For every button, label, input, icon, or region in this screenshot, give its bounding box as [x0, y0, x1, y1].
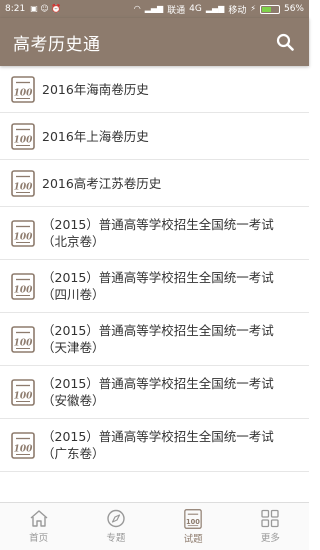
signal-icon-2: ▂▄▆: [205, 4, 225, 13]
list-item-title: （2015）普通高等学校招生全国统一考试 （广东卷）: [42, 428, 274, 462]
list-item[interactable]: 100 2016高考江苏卷历史: [0, 160, 309, 207]
tab-more-label: 更多: [260, 533, 280, 544]
list-item-title: 2016年海南卷历史: [42, 81, 149, 98]
svg-text:100: 100: [186, 517, 200, 525]
tab-exams-label: 试题: [183, 533, 203, 545]
list-item-line2: （天津卷）: [42, 340, 105, 355]
tab-home[interactable]: 首页: [0, 503, 77, 550]
battery-icon: [259, 4, 280, 14]
list-item-title: （2015）普通高等学校招生全国统一考试 （安徽卷）: [42, 375, 274, 409]
svg-text:100: 100: [14, 338, 34, 348]
list-item[interactable]: 100 （2015）普通高等学校招生全国统一考试 （北京卷）: [0, 207, 309, 260]
list-item-line1: 2016高考江苏卷历史: [42, 175, 162, 191]
list-item-title: 2016高考江苏卷历史: [42, 175, 161, 192]
charging-icon: ⚡: [250, 4, 256, 13]
signal-icon: ▂▄▆: [144, 4, 164, 13]
list-item-line1: （2015）普通高等学校招生全国统一考试: [42, 270, 274, 285]
exam-doc-icon: 100: [11, 431, 35, 459]
list-item-title: （2015）普通高等学校招生全国统一考试 （天津卷）: [42, 322, 274, 356]
list-item-line1: 2016年上海卷历史: [42, 128, 149, 144]
exam-doc-icon: 100: [11, 122, 35, 150]
exam-list: 100 2016年海南卷历史 100 2016年上海卷历史 100 2016高考江苏卷历史…: [0, 66, 309, 502]
list-item[interactable]: 100 （2015）普通高等学校招生全国统一考试 （安徽卷）: [0, 366, 309, 419]
battery-level: [261, 6, 271, 12]
list-item-line1: （2015）普通高等学校招生全国统一考试: [42, 376, 274, 391]
bottom-tab-bar: 首页 专题 100 试题 更多: [0, 502, 309, 550]
exam-doc-icon: 100: [11, 169, 35, 197]
grid-icon: [261, 509, 280, 528]
list-item[interactable]: 100 （2015）普通高等学校招生全国统一考试 （天津卷）: [0, 313, 309, 366]
exam-doc-icon: 100: [184, 508, 202, 529]
list-item-line1: 2016年海南卷历史: [42, 81, 149, 97]
list-item[interactable]: 100 （2015）普通高等学校招生全国统一考试 （广东卷）: [0, 419, 309, 472]
carrier1-label: 联通: [167, 5, 186, 16]
exam-doc-icon: 100: [11, 75, 35, 103]
list-item[interactable]: 100 2016年海南卷历史: [0, 66, 309, 113]
list-item-line1: （2015）普通高等学校招生全国统一考试: [42, 217, 274, 232]
tab-topics-label: 专题: [106, 533, 126, 544]
exam-doc-icon: 100: [11, 325, 35, 353]
svg-text:100: 100: [14, 285, 34, 295]
exam-doc-icon: 100: [11, 272, 35, 300]
list-item-line2: （安徽卷）: [42, 393, 105, 408]
list-item-title: （2015）普通高等学校招生全国统一考试 （北京卷）: [42, 216, 274, 250]
svg-text:100: 100: [14, 135, 34, 145]
exam-doc-icon: 100: [11, 378, 35, 406]
app-title: 高考历史通: [13, 34, 101, 55]
status-time: 8:21: [5, 4, 26, 14]
search-button[interactable]: [273, 30, 297, 54]
tab-topics[interactable]: 专题: [77, 503, 154, 550]
svg-text:100: 100: [14, 232, 34, 242]
app-bar: 高考历史通: [0, 18, 309, 66]
svg-text:100: 100: [14, 444, 34, 454]
list-item-line2: （四川卷）: [42, 287, 105, 302]
tab-exams[interactable]: 100 试题: [155, 503, 232, 550]
notification-icons: ▣ ☺ ⏰: [30, 4, 62, 13]
home-icon: [30, 510, 48, 527]
wifi-icon: ◠: [133, 4, 141, 13]
list-item-line2: （广东卷）: [42, 446, 105, 461]
list-item-title: 2016年上海卷历史: [42, 128, 149, 145]
list-item-line1: （2015）普通高等学校招生全国统一考试: [42, 429, 274, 444]
network-label: 4G: [189, 4, 202, 14]
list-item-line2: （北京卷）: [42, 234, 105, 249]
exam-doc-icon: 100: [11, 219, 35, 247]
compass-icon: [107, 509, 125, 528]
list-item-line1: （2015）普通高等学校招生全国统一考试: [42, 323, 274, 338]
list-item[interactable]: 100 2016年上海卷历史: [0, 113, 309, 160]
tab-more[interactable]: 更多: [232, 503, 309, 550]
svg-text:100: 100: [14, 182, 34, 192]
battery-percent: 56%: [283, 4, 304, 14]
tab-home-label: 首页: [29, 533, 49, 544]
carrier2-label: 移动: [228, 5, 247, 16]
svg-text:100: 100: [14, 391, 34, 401]
list-item[interactable]: 100 （2015）普通高等学校招生全国统一考试 （四川卷）: [0, 260, 309, 313]
list-item-title: （2015）普通高等学校招生全国统一考试 （四川卷）: [42, 269, 274, 303]
status-bar: 8:21 ▣ ☺ ⏰ ◠ ▂▄▆ 联通 4G ▂▄▆ 移动 ⚡ 56%: [0, 0, 309, 18]
search-icon: [276, 33, 294, 51]
svg-text:100: 100: [14, 88, 34, 98]
